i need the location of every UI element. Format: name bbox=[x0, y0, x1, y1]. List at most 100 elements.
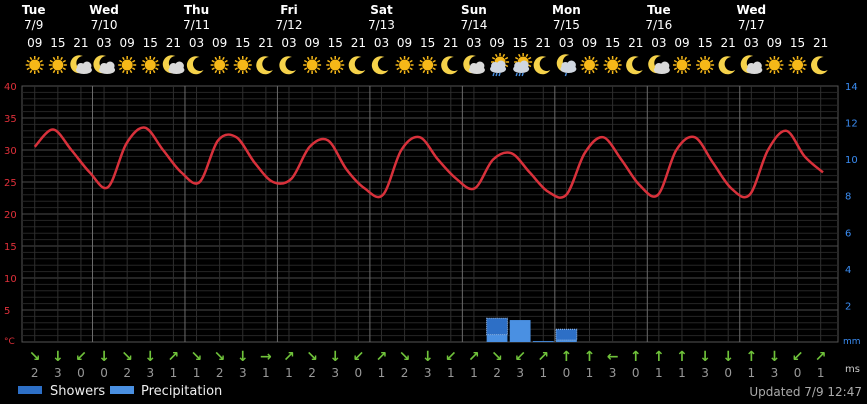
wind-direction-icon: ↓ bbox=[422, 349, 434, 365]
right-tick-label: 10 bbox=[845, 155, 858, 166]
hour-label: 09 bbox=[212, 36, 227, 50]
wind-speed: 0 bbox=[100, 366, 108, 380]
sun-icon bbox=[326, 56, 345, 74]
hour-label: 15 bbox=[697, 36, 712, 50]
left-axis-unit: °C bbox=[4, 337, 15, 347]
moon-rain-icon bbox=[556, 54, 577, 77]
sun-icon bbox=[25, 56, 44, 74]
wind-speed: 3 bbox=[701, 366, 709, 380]
day-date: 7/9 bbox=[24, 18, 43, 32]
wind-speed: 3 bbox=[54, 366, 62, 380]
hour-label: 15 bbox=[513, 36, 528, 50]
hour-label: 03 bbox=[651, 36, 666, 50]
hour-label: 21 bbox=[813, 36, 828, 50]
sun-icon bbox=[603, 56, 622, 74]
day-date: 7/17 bbox=[738, 18, 765, 32]
hour-label: 21 bbox=[166, 36, 181, 50]
day-date: 7/10 bbox=[91, 18, 118, 32]
left-tick-label: 35 bbox=[4, 114, 17, 125]
wind-speed: 3 bbox=[146, 366, 154, 380]
hour-label: 03 bbox=[466, 36, 481, 50]
hour-label: 21 bbox=[536, 36, 551, 50]
cloud-rain-icon bbox=[513, 53, 533, 77]
wind-speed: 0 bbox=[632, 366, 640, 380]
wind-speed: 0 bbox=[724, 366, 732, 380]
precipitation-bars bbox=[486, 317, 578, 342]
day-date: 7/14 bbox=[460, 18, 487, 32]
precipitation-swatch bbox=[110, 386, 134, 394]
wind-direction-icon: ↓ bbox=[329, 349, 341, 365]
hour-label: 09 bbox=[767, 36, 782, 50]
left-tick-label: 5 bbox=[4, 306, 10, 317]
hour-label: 21 bbox=[628, 36, 643, 50]
wind-direction-icon: → bbox=[260, 349, 272, 365]
day-name: Wed bbox=[737, 3, 767, 17]
precipitation-bar bbox=[486, 334, 508, 342]
wind-direction-icon: ↘ bbox=[121, 349, 133, 365]
wind-speed: 1 bbox=[378, 366, 386, 380]
hour-label: 09 bbox=[489, 36, 504, 50]
showers-bar bbox=[555, 328, 578, 341]
hour-label: 21 bbox=[721, 36, 736, 50]
chart-grid bbox=[21, 85, 839, 343]
precipitation-bar bbox=[509, 320, 531, 342]
wind-speed: 1 bbox=[470, 366, 478, 380]
weather-forecast-chart: 403530252015105 1412108642 Tue7/9Wed7/10… bbox=[4, 3, 862, 399]
cloud-rain-icon bbox=[490, 53, 510, 77]
moon-icon bbox=[533, 56, 551, 75]
hour-label: 15 bbox=[143, 36, 158, 50]
moon-cloud-icon bbox=[463, 55, 485, 74]
weather-icons bbox=[25, 53, 828, 77]
wind-unit: ms bbox=[845, 364, 860, 375]
moon-icon bbox=[186, 56, 204, 75]
right-tick-label: 2 bbox=[845, 301, 851, 312]
wind-direction-icon: ↘ bbox=[306, 349, 318, 365]
moon-cloud-icon bbox=[162, 55, 185, 74]
hour-label: 03 bbox=[744, 36, 759, 50]
wind-direction-icon: ↓ bbox=[722, 349, 734, 365]
day-date: 7/13 bbox=[368, 18, 395, 32]
left-tick-label: 15 bbox=[4, 242, 17, 253]
legend: Showers Precipitation bbox=[18, 384, 222, 399]
wind-speed: 1 bbox=[285, 366, 293, 380]
hour-label: 15 bbox=[420, 36, 435, 50]
wind-direction-icon: ↑ bbox=[745, 349, 757, 365]
hour-label: 15 bbox=[235, 36, 250, 50]
sun-icon bbox=[672, 56, 691, 74]
moon-cloud-icon bbox=[648, 55, 670, 74]
day-name: Sun bbox=[461, 3, 487, 17]
wind-speed: 2 bbox=[308, 366, 316, 380]
wind-direction-icon: ↑ bbox=[676, 349, 688, 365]
day-date: 7/11 bbox=[183, 18, 210, 32]
day-date: 7/15 bbox=[553, 18, 580, 32]
sun-icon bbox=[418, 56, 437, 74]
hour-labels: 09 15 21 03 09 15 21 03 09 15 21 03 09 15 21 03 09 15 21 03… bbox=[27, 36, 828, 50]
day-name: Wed bbox=[89, 3, 119, 17]
wind-speed: 0 bbox=[77, 366, 85, 380]
moon-icon bbox=[441, 56, 458, 75]
day-name: Fri bbox=[280, 3, 297, 17]
wind-speed: 3 bbox=[609, 366, 617, 380]
sun-icon bbox=[765, 56, 784, 74]
day-date: 7/16 bbox=[645, 18, 672, 32]
wind-direction-icon: ↘ bbox=[191, 349, 203, 365]
wind-speed: 1 bbox=[170, 366, 178, 380]
wind-direction-icon: ↓ bbox=[237, 349, 249, 365]
hour-label: 03 bbox=[559, 36, 574, 50]
hour-label: 09 bbox=[304, 36, 319, 50]
sun-icon bbox=[696, 56, 715, 74]
moon-cloud-icon bbox=[740, 55, 763, 74]
day-name: Mon bbox=[552, 3, 581, 17]
legend-showers-label: Showers bbox=[50, 384, 105, 399]
right-axis-unit: mm bbox=[843, 337, 861, 347]
wind-speed: 3 bbox=[516, 366, 524, 380]
wind-direction-icon: ↗ bbox=[537, 349, 549, 365]
wind-speed: 2 bbox=[216, 366, 224, 380]
wind-direction-icon: ↙ bbox=[792, 349, 804, 365]
hour-label: 15 bbox=[50, 36, 65, 50]
hour-label: 21 bbox=[351, 36, 366, 50]
wind-direction-icon: ↙ bbox=[445, 349, 457, 365]
wind-direction-icon: ↘ bbox=[491, 349, 503, 365]
wind-row: ↘2↓3↙0↓0↘2↓3↗1↘1↘2↓3→1↗1↘2↓3↙0↗1↘2↓3↙1↗1… bbox=[29, 349, 827, 380]
showers-bar bbox=[486, 317, 508, 336]
